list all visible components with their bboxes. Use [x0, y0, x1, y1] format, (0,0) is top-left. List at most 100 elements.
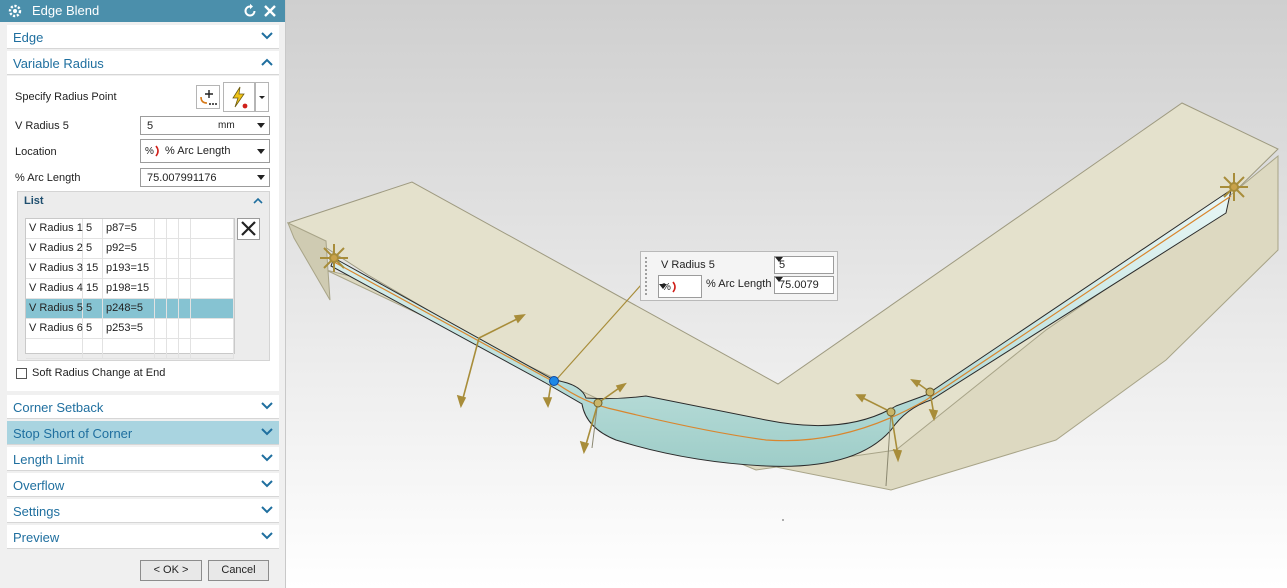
cell-name: V Radius 2 — [26, 239, 83, 258]
cell-radius: 15 — [83, 259, 103, 278]
chevron-down-icon — [261, 480, 273, 488]
close-icon[interactable] — [262, 3, 278, 19]
delete-button[interactable] — [237, 218, 260, 240]
chevron-down-icon — [261, 32, 273, 40]
section-stop-short[interactable]: Stop Short of Corner — [7, 421, 279, 445]
cell-empty — [155, 319, 167, 338]
soft-radius-checkbox[interactable] — [16, 368, 27, 379]
callout-arc-length-label: % Arc Length — [706, 278, 772, 290]
cell-empty — [167, 339, 179, 358]
section-preview[interactable]: Preview — [7, 525, 279, 549]
end-marker-left[interactable] — [320, 244, 348, 272]
cell-expr: p248=5 — [103, 299, 155, 318]
radius-callout[interactable]: V Radius 5 5 % % Arc Length 75.0079 — [640, 251, 838, 301]
cell-expr: p253=5 — [103, 319, 155, 338]
cell-empty — [191, 319, 234, 338]
cancel-button[interactable]: Cancel — [208, 560, 269, 581]
section-stop-short-label: Stop Short of Corner — [13, 426, 133, 441]
cell-expr — [103, 339, 155, 358]
cell-empty — [167, 279, 179, 298]
handle-point-2[interactable] — [886, 407, 896, 417]
point-dialog-icon — [200, 90, 217, 105]
callout-v-radius-label: V Radius 5 — [661, 259, 715, 271]
point-dialog-button[interactable] — [196, 85, 220, 109]
cell-empty — [155, 339, 167, 358]
cell-empty — [155, 219, 167, 238]
chevron-up-icon[interactable] — [253, 197, 263, 205]
cell-empty — [167, 299, 179, 318]
cell-name: V Radius 6 — [26, 319, 83, 338]
cell-name — [26, 339, 83, 358]
section-length-limit-label: Length Limit — [13, 452, 84, 467]
cell-empty — [167, 219, 179, 238]
v-radius-label: V Radius 5 — [15, 120, 69, 132]
chevron-down-icon — [257, 175, 265, 180]
cell-expr: p198=15 — [103, 279, 155, 298]
grip-handle[interactable] — [644, 256, 649, 296]
table-row[interactable]: V Radius 1 5 p87=5 — [26, 219, 234, 239]
section-overflow[interactable]: Overflow — [7, 473, 279, 497]
cell-radius: 5 — [83, 299, 103, 318]
section-settings-label: Settings — [13, 504, 60, 519]
location-select[interactable]: % % Arc Length — [140, 139, 270, 163]
cell-radius: 5 — [83, 219, 103, 238]
cell-name: V Radius 4 — [26, 279, 83, 298]
handle-point-1[interactable] — [593, 398, 603, 408]
callout-arc-length-field[interactable]: 75.0079 — [774, 276, 834, 294]
table-row[interactable]: V Radius 3 15 p193=15 — [26, 259, 234, 279]
chevron-down-icon — [775, 257, 783, 262]
callout-v-radius-field[interactable]: 5 — [774, 256, 834, 274]
v-radius-field[interactable]: 5 mm — [140, 116, 270, 135]
selected-radius-point[interactable] — [549, 376, 559, 386]
cell-empty — [155, 279, 167, 298]
cell-empty — [179, 239, 191, 258]
handle-point-3[interactable] — [925, 387, 935, 397]
cell-expr: p193=15 — [103, 259, 155, 278]
section-edge-label: Edge — [13, 30, 44, 45]
section-preview-label: Preview — [13, 530, 60, 545]
graphics-viewport[interactable]: V Radius 5 5 % % Arc Length 75.0079 — [286, 0, 1287, 588]
point-type-dropdown[interactable] — [255, 82, 269, 112]
arc-length-field[interactable]: 75.007991176 — [140, 168, 270, 187]
table-row[interactable]: V Radius 4 15 p198=15 — [26, 279, 234, 299]
cell-empty — [191, 279, 234, 298]
table-row[interactable]: V Radius 2 5 p92=5 — [26, 239, 234, 259]
section-corner-setback-label: Corner Setback — [13, 400, 104, 415]
section-variable-radius[interactable]: Variable Radius — [7, 51, 279, 75]
chevron-down-icon — [261, 402, 273, 410]
cell-empty — [179, 219, 191, 238]
section-length-limit[interactable]: Length Limit — [7, 447, 279, 471]
cell-empty — [179, 339, 191, 358]
table-row[interactable]: V Radius 5 5 p248=5 — [26, 299, 234, 319]
chevron-down-icon — [659, 284, 667, 289]
cell-empty — [179, 299, 191, 318]
chevron-down-icon — [257, 123, 265, 128]
cell-empty — [167, 259, 179, 278]
table-row[interactable]: V Radius 6 5 p253=5 — [26, 319, 234, 339]
cell-empty — [191, 259, 234, 278]
section-overflow-label: Overflow — [13, 478, 65, 493]
cell-empty — [155, 299, 167, 318]
chevron-down-icon — [259, 96, 265, 99]
location-label: Location — [15, 146, 57, 158]
location-value: % Arc Length — [165, 145, 231, 157]
end-marker-right[interactable] — [1220, 173, 1248, 201]
section-edge[interactable]: Edge — [7, 25, 279, 49]
callout-location-select[interactable]: % — [658, 275, 702, 298]
section-corner-setback[interactable]: Corner Setback — [7, 395, 279, 419]
radius-list-table: V Radius 1 5 p87=5 V Radius 2 5 p92=5 V Radius… — [25, 218, 235, 359]
ok-button[interactable]: < OK > — [140, 560, 202, 581]
v-radius-unit: mm — [218, 120, 235, 131]
chevron-down-icon — [261, 506, 273, 514]
gear-icon[interactable] — [7, 3, 23, 19]
cell-name: V Radius 3 — [26, 259, 83, 278]
section-settings[interactable]: Settings — [7, 499, 279, 523]
cell-name: V Radius 1 — [26, 219, 83, 238]
inferred-point-button[interactable] — [223, 82, 255, 112]
reset-icon[interactable] — [242, 3, 258, 19]
callout-arc-length-value: 75.0079 — [779, 279, 819, 291]
cell-radius: 5 — [83, 239, 103, 258]
cell-empty — [191, 299, 234, 318]
cell-radius: 15 — [83, 279, 103, 298]
chevron-down-icon — [775, 277, 783, 282]
